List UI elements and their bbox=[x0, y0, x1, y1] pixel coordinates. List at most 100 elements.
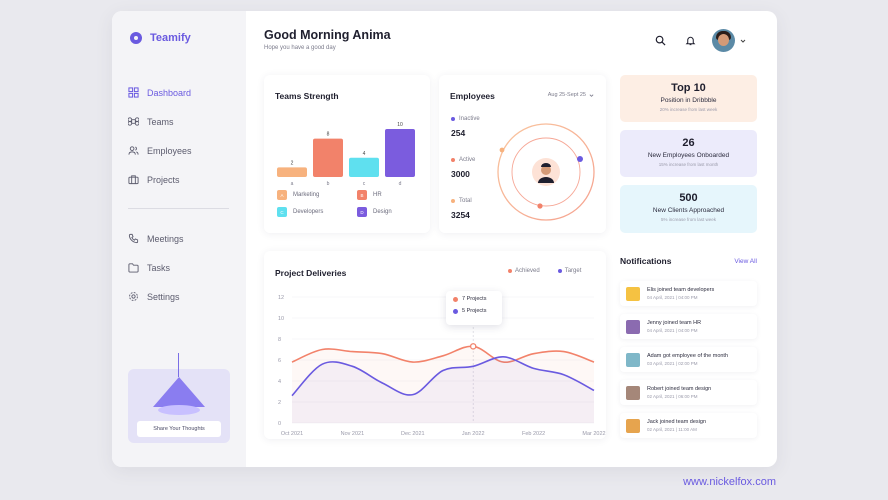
sidebar-item-label: Employees bbox=[147, 145, 192, 156]
notification-text: Elis joined team developers bbox=[647, 287, 715, 293]
date-range-select[interactable]: Aug 25-Sept 25 bbox=[548, 92, 594, 98]
notifications-button[interactable] bbox=[682, 33, 698, 49]
notification-item[interactable]: Robert joined team design 02 April, 2021 … bbox=[620, 380, 757, 405]
legend-dot bbox=[453, 296, 458, 302]
notifications-title: Notifications bbox=[620, 256, 672, 266]
y-tick-label: 12 bbox=[278, 295, 284, 301]
x-tick-label: Mar 2022 bbox=[582, 431, 605, 437]
orbit-dot-active bbox=[537, 203, 543, 209]
highlight-caption: 20% increase from last week bbox=[659, 107, 718, 112]
x-tick-label: Feb 2022 bbox=[522, 431, 545, 437]
highlight-card-clients: 500 New Clients Approached 5% increase f… bbox=[620, 185, 757, 233]
x-tick-label: Jan 2022 bbox=[462, 431, 485, 437]
briefcase-icon bbox=[128, 175, 139, 185]
legend-hr: B HR bbox=[357, 190, 382, 200]
profile-menu[interactable] bbox=[712, 29, 746, 52]
sidebar-item-label: Projects bbox=[147, 174, 180, 185]
sidebar-item-label: Teams bbox=[147, 116, 174, 127]
lamp-glow bbox=[158, 405, 200, 415]
chevron-down-icon bbox=[740, 39, 746, 43]
bar bbox=[385, 129, 415, 177]
phone-icon bbox=[128, 233, 139, 244]
status-dot bbox=[451, 199, 455, 203]
search-icon bbox=[655, 35, 666, 46]
sidebar-item-label: Tasks bbox=[147, 262, 171, 273]
y-tick-label: 10 bbox=[278, 316, 284, 322]
lamp-illustration bbox=[153, 377, 205, 407]
view-all-link[interactable]: View All bbox=[734, 258, 757, 265]
employees-card: Employees Aug 25-Sept 25 Inactive 254 Ac… bbox=[439, 75, 606, 233]
avatar bbox=[712, 29, 735, 52]
notification-item[interactable]: Elis joined team developers 04 April, 202… bbox=[620, 281, 757, 306]
stat-value: 3254 bbox=[451, 210, 470, 220]
notification-item[interactable]: Adam got employee of the month 03 April, … bbox=[620, 347, 757, 372]
bar-value-label: 2 bbox=[291, 160, 294, 166]
sidebar-item-label: Settings bbox=[147, 291, 180, 302]
project-deliveries-chart: 0 2 4 6 8 10 12 Oct 2021 Nov 2021 Dec 2021 Jan 202… bbox=[278, 295, 606, 437]
command-icon bbox=[128, 117, 139, 126]
status-dot bbox=[451, 117, 455, 121]
share-thoughts-button[interactable]: Share Your Thoughts bbox=[137, 421, 221, 437]
stat-label: Active bbox=[459, 157, 476, 163]
orbit-dot-total bbox=[499, 147, 505, 153]
highlight-label: Position in Dribbble bbox=[660, 97, 717, 104]
y-tick-label: 6 bbox=[278, 358, 281, 364]
date-range-value: Aug 25-Sept 25 bbox=[547, 92, 586, 98]
folder-icon bbox=[128, 263, 139, 273]
sidebar-item-tasks[interactable]: Tasks bbox=[128, 253, 238, 282]
notification-item[interactable]: Jack joined team design 02 April, 2021 | … bbox=[620, 413, 757, 438]
bar-category-label: a bbox=[291, 181, 294, 187]
legend-swatch: C bbox=[277, 207, 287, 217]
orbit-dot-inactive bbox=[577, 156, 583, 162]
sidebar-item-teams[interactable]: Teams bbox=[128, 107, 238, 136]
employees-title: Employees bbox=[450, 91, 495, 101]
users-icon bbox=[128, 146, 139, 155]
chart-tooltip: 7 Projects 5 Projects bbox=[446, 291, 502, 325]
highlight-card-dribbble: Top 10 Position in Dribbble 20% increase… bbox=[620, 75, 757, 122]
sidebar-item-meetings[interactable]: Meetings bbox=[128, 224, 238, 253]
notification-text: Jenny joined team HR bbox=[647, 320, 702, 326]
legend-developers: C Developers bbox=[277, 207, 323, 217]
bar-value-label: 8 bbox=[327, 132, 330, 138]
logo-icon bbox=[130, 32, 142, 44]
highlight-value: Top 10 bbox=[671, 82, 706, 94]
chevron-down-icon bbox=[589, 93, 594, 97]
sidebar: Teamify Dashboard Teams Employees Projec… bbox=[112, 11, 246, 467]
tooltip-target: 5 Projects bbox=[462, 308, 487, 314]
highlight-value: 500 bbox=[679, 192, 698, 204]
highlight-label: New Clients Approached bbox=[652, 207, 725, 214]
bar-value-label: 4 bbox=[363, 151, 366, 157]
lamp-cord bbox=[178, 353, 179, 377]
legend-label: HR bbox=[373, 192, 382, 198]
x-tick-label: Nov 2021 bbox=[341, 431, 365, 437]
avatar bbox=[626, 319, 640, 334]
x-tick-label: Oct 2021 bbox=[281, 431, 303, 437]
stat-label: Total bbox=[459, 198, 472, 204]
feedback-promo: Share Your Thoughts bbox=[128, 353, 230, 443]
sidebar-item-employees[interactable]: Employees bbox=[128, 136, 238, 165]
sidebar-item-projects[interactable]: Projects bbox=[128, 165, 238, 194]
app-logo[interactable]: Teamify bbox=[130, 32, 191, 44]
search-button[interactable] bbox=[652, 33, 668, 49]
sidebar-item-dashboard[interactable]: Dashboard bbox=[128, 78, 238, 107]
primary-nav: Dashboard Teams Employees Projects bbox=[128, 78, 238, 194]
y-tick-label: 4 bbox=[278, 379, 281, 385]
notification-text: Adam got employee of the month bbox=[647, 353, 729, 359]
bar-value-label: 10 bbox=[397, 122, 403, 128]
legend-design: D Design bbox=[357, 207, 392, 217]
y-tick-label: 0 bbox=[278, 421, 281, 427]
notification-time: 02 April, 2021 | 11:00 AM bbox=[647, 427, 697, 432]
avatar bbox=[626, 385, 640, 400]
notification-time: 02 April, 2021 | 06:00 PM bbox=[647, 394, 698, 399]
project-deliveries-card: Project Deliveries Achieved Target 02468… bbox=[264, 251, 606, 439]
y-tick-label: 8 bbox=[278, 337, 281, 343]
stat-label: Inactive bbox=[459, 116, 480, 122]
bell-icon bbox=[685, 36, 695, 46]
notification-item[interactable]: Jenny joined team HR 04 April, 2021 | 04:… bbox=[620, 314, 757, 339]
bar-category-label: b bbox=[327, 181, 330, 187]
employees-inactive-stat: Inactive 254 bbox=[451, 116, 480, 138]
sidebar-item-settings[interactable]: Settings bbox=[128, 282, 238, 311]
legend-swatch: B bbox=[357, 190, 367, 200]
notification-time: 04 April, 2021 | 04:00 PM bbox=[647, 328, 698, 333]
highlight-value: 26 bbox=[682, 137, 695, 149]
